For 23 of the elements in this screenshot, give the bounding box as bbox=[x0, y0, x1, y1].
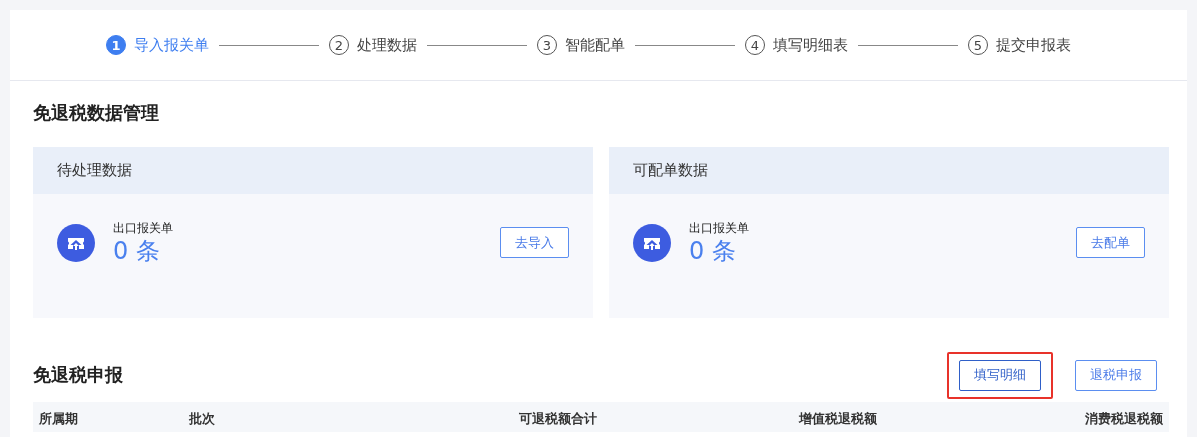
card-title: 待处理数据 bbox=[57, 161, 132, 180]
step-number: 1 bbox=[106, 35, 126, 55]
column-header: 所属期 bbox=[39, 410, 79, 428]
column-header: 增值税退税额 bbox=[799, 410, 878, 428]
action-button[interactable]: 填写明细 bbox=[959, 359, 1041, 391]
item-count: 0 条 bbox=[113, 237, 161, 266]
step-label: 填写明细表 bbox=[773, 35, 848, 55]
column-header: 可退税额合计 bbox=[519, 410, 598, 428]
card-title: 可配单数据 bbox=[633, 161, 708, 180]
step-label: 处理数据 bbox=[357, 35, 417, 55]
action-button[interactable]: 去导入 bbox=[500, 227, 569, 259]
column-header: 消费税退税额 bbox=[1084, 410, 1163, 428]
item-label: 出口报关单 bbox=[113, 220, 174, 237]
action-button[interactable]: 退税申报 bbox=[1075, 359, 1157, 391]
step-label: 导入报关单 bbox=[134, 35, 209, 55]
section-title: 免退税数据管理 bbox=[33, 101, 160, 125]
step-label: 提交申报表 bbox=[996, 35, 1071, 55]
section-title: 免退税申报 bbox=[33, 363, 123, 387]
item-count: 0 条 bbox=[689, 237, 737, 266]
action-button[interactable]: 去配单 bbox=[1076, 227, 1145, 259]
step-label: 智能配单 bbox=[565, 35, 625, 55]
column-header: 批次 bbox=[189, 410, 216, 428]
item-label: 出口报关单 bbox=[689, 220, 750, 237]
